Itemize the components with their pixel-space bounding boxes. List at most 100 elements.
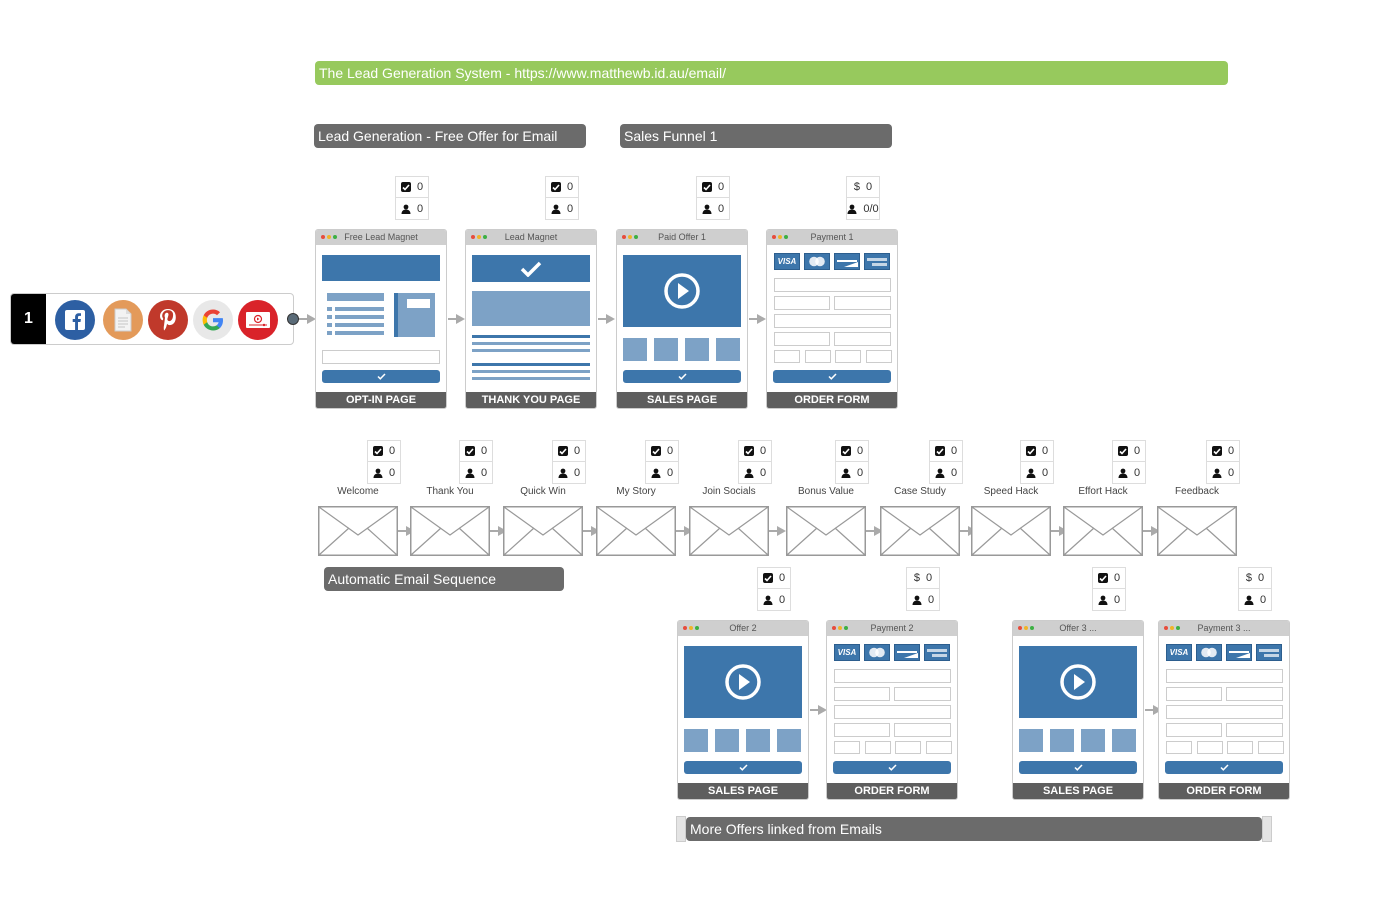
credit-card-icon [924, 644, 950, 661]
stat-people: 0 [929, 462, 963, 484]
email-envelope-icon[interactable] [410, 506, 490, 556]
stat-value: 0 [778, 572, 786, 584]
pay-button-preview [773, 370, 891, 383]
resize-handle-right[interactable] [1262, 816, 1272, 842]
funnel-step-sales[interactable]: Paid Offer 1 SALES PAGE [616, 229, 748, 409]
connector-handle[interactable] [287, 313, 299, 325]
email-envelope-icon[interactable] [318, 506, 398, 556]
email-label: My Story [616, 486, 656, 497]
group-label-more-offers[interactable]: More Offers linked from Emails [686, 817, 1262, 841]
person-icon [373, 468, 383, 478]
email-envelope-icon[interactable] [689, 506, 769, 556]
stat-conversions: 0 [459, 440, 493, 462]
stat-value: 0 [416, 202, 424, 215]
resize-handle-left[interactable] [676, 816, 686, 842]
stat-people: 0 [395, 198, 429, 220]
stat-value: 0 [566, 181, 574, 193]
stats-box: 00 [1112, 440, 1146, 484]
person-icon [744, 468, 754, 478]
window-dots-icon [622, 235, 638, 239]
window-dots-icon [832, 626, 848, 630]
stat-people: 0 [1206, 462, 1240, 484]
group-label-sales-funnel[interactable]: Sales Funnel 1 [620, 124, 892, 148]
window-dots-icon [321, 235, 337, 239]
funnel-step-thankyou[interactable]: Lead Magnet THANK YOU PAGE [465, 229, 597, 409]
stats-box: 00 [545, 176, 579, 220]
person-icon [1118, 468, 1128, 478]
stat-value: 0 [1041, 445, 1049, 457]
email-label: Speed Hack [983, 486, 1039, 497]
credit-card-icon [864, 253, 890, 270]
card-titlebar: Payment 1 [767, 230, 897, 245]
arrow-icon [769, 526, 786, 536]
group-label-email-sequence[interactable]: Automatic Email Sequence [324, 567, 564, 591]
buy-button-preview [684, 761, 802, 774]
card-titlebar: Lead Magnet [466, 230, 596, 245]
stat-value: 0 [759, 445, 767, 457]
stats-box: $0 0 [1238, 567, 1272, 611]
stat-value: 0 [950, 466, 958, 479]
dollar-icon: $ [1245, 572, 1252, 584]
pay-button-preview [1165, 761, 1283, 774]
stats-box: 00 [929, 440, 963, 484]
checkbox-icon [1211, 446, 1222, 456]
google-icon[interactable] [193, 300, 233, 340]
stat-value: 0 [778, 593, 786, 606]
page-title: Offer 2 [729, 623, 757, 633]
youtube-video-icon[interactable] [238, 300, 278, 340]
credit-card-icon: VISA [774, 253, 800, 270]
stat-people: 0 [738, 462, 772, 484]
funnel-step-order[interactable]: Payment 3 ... VISA ORDER FORM [1158, 620, 1290, 800]
funnel-step-order[interactable]: Payment 1 VISA ORDER FORM [766, 229, 898, 409]
email-envelope-icon[interactable] [786, 506, 866, 556]
group-label-text: Automatic Email Sequence [328, 571, 497, 587]
funnel-step-optin[interactable]: Free Lead Magnet OPT-IN PAGE [315, 229, 447, 409]
funnel-step-sales[interactable]: Offer 3 ... SALES PAGE [1012, 620, 1144, 800]
stats-box: 00 [1092, 567, 1126, 611]
checkbox-icon [464, 446, 475, 456]
stat-value: 0 [856, 466, 864, 479]
email-envelope-icon[interactable] [596, 506, 676, 556]
stat-value: 0 [666, 445, 674, 457]
document-icon[interactable] [103, 300, 143, 340]
page-title: Free Lead Magnet [344, 232, 418, 242]
person-icon [912, 595, 922, 605]
funnel-step-sales[interactable]: Offer 2 SALES PAGE [677, 620, 809, 800]
stat-value: 0 [1113, 593, 1121, 606]
group-label-lead-gen[interactable]: Lead Generation - Free Offer for Email [314, 124, 586, 148]
stat-conversions: 0 [367, 440, 401, 462]
buy-button-preview [623, 370, 741, 383]
page-type-label: ORDER FORM [827, 783, 957, 799]
checkbox-icon [840, 446, 851, 456]
credit-card-icon [1256, 644, 1282, 661]
stat-value: 0 [856, 445, 864, 457]
email-envelope-icon[interactable] [1157, 506, 1237, 556]
email-envelope-icon[interactable] [503, 506, 583, 556]
page-type-label: SALES PAGE [678, 783, 808, 799]
stat-value: 0 [573, 445, 581, 457]
person-icon [1098, 595, 1108, 605]
video-play-icon [1019, 646, 1137, 718]
pinterest-icon[interactable] [148, 300, 188, 340]
thankyou-page-preview [466, 245, 596, 392]
email-envelope-icon[interactable] [971, 506, 1051, 556]
email-envelope-icon[interactable] [880, 506, 960, 556]
funnel-step-order[interactable]: Payment 2 VISA ORDER FORM [826, 620, 958, 800]
email-label: Join Socials [702, 486, 756, 497]
stat-people: 0 [906, 589, 940, 611]
stat-conversions: 0 [395, 176, 429, 198]
card-titlebar: Payment 2 [827, 621, 957, 636]
email-label: Welcome [337, 486, 379, 497]
email-envelope-icon[interactable] [1063, 506, 1143, 556]
window-dots-icon [1164, 626, 1180, 630]
credit-card-icon [804, 253, 830, 270]
system-title-bar[interactable]: The Lead Generation System - https://www… [315, 61, 1228, 85]
checkbox-icon [934, 446, 945, 456]
traffic-source-node[interactable]: 1 [10, 293, 294, 345]
facebook-icon[interactable] [55, 300, 95, 340]
checkbox-icon [1025, 446, 1036, 456]
person-icon [558, 468, 568, 478]
stat-conversions: 0 [552, 440, 586, 462]
stats-box: 00 [459, 440, 493, 484]
stat-value: 0 [480, 445, 488, 457]
